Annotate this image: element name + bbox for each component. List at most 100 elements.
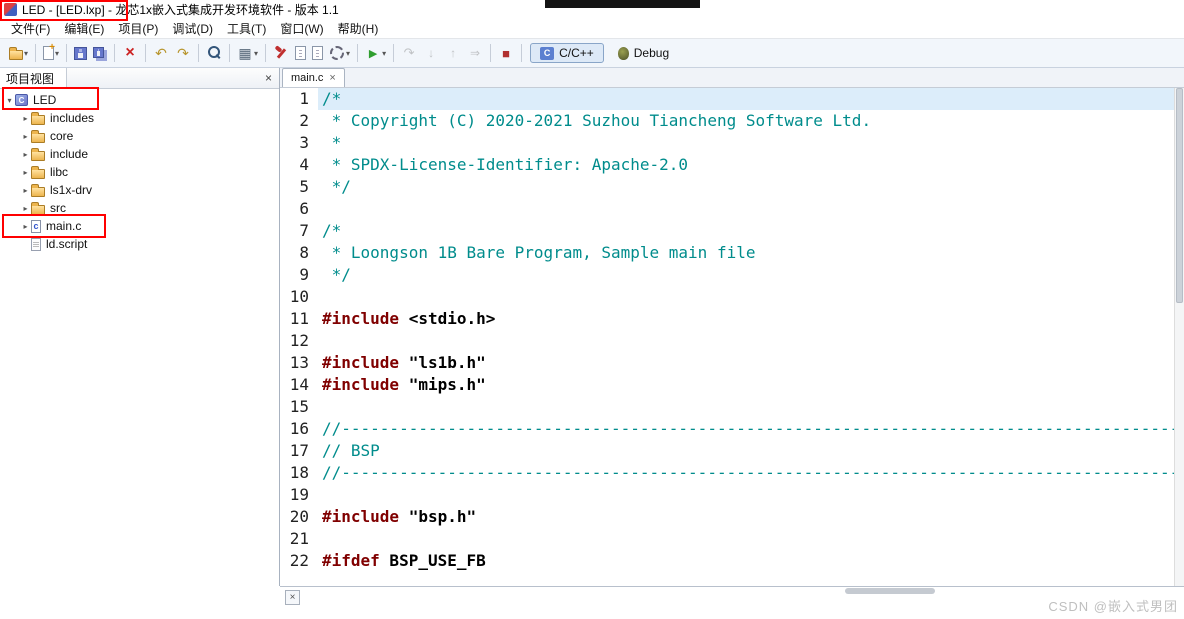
toolbar-separator bbox=[229, 44, 231, 62]
code-token: * SPDX-License-Identifier: Apache-2.0 bbox=[322, 155, 689, 174]
menu-item-文件(F)[interactable]: 文件(F) bbox=[4, 18, 57, 39]
code-token: BSP_USE_FB bbox=[379, 551, 486, 570]
expand-arrow-icon[interactable] bbox=[20, 150, 31, 159]
expand-arrow-icon[interactable] bbox=[20, 222, 31, 231]
step-return-button[interactable] bbox=[442, 42, 464, 64]
menu-item-编辑(E)[interactable]: 编辑(E) bbox=[57, 18, 111, 39]
expand-arrow-icon[interactable] bbox=[20, 168, 31, 177]
step-instruction-button[interactable] bbox=[464, 42, 486, 64]
redo-button[interactable] bbox=[172, 42, 194, 64]
step-over-button[interactable] bbox=[398, 42, 420, 64]
line-number: 21 bbox=[289, 529, 309, 548]
code-token: * Copyright (C) 2020-2021 Suzhou Tianche… bbox=[322, 111, 872, 130]
flash-tool-button[interactable] bbox=[270, 42, 292, 64]
stop-button[interactable] bbox=[495, 42, 517, 64]
run-icon bbox=[365, 45, 381, 61]
tree-item-LED[interactable]: LED bbox=[0, 91, 279, 109]
new-header-file-button[interactable] bbox=[309, 42, 326, 64]
expand-arrow-icon[interactable] bbox=[20, 114, 31, 123]
code-token: #include bbox=[322, 353, 400, 372]
tree-item-libc[interactable]: libc bbox=[0, 163, 279, 181]
new-source-file-button[interactable] bbox=[292, 42, 309, 64]
vertical-scrollbar[interactable] bbox=[1174, 88, 1184, 586]
view-menu-button[interactable]: ▾ bbox=[234, 42, 261, 64]
code-text: #include "ls1b.h" bbox=[318, 352, 1174, 374]
line-number: 18 bbox=[289, 463, 309, 482]
project-view-panel: 项目视图 × LED includes core include libc ls1x-dr… bbox=[0, 68, 280, 586]
dropdown-arrow-icon[interactable]: ▾ bbox=[55, 49, 59, 58]
folder-icon bbox=[9, 46, 23, 60]
line-number: 10 bbox=[289, 287, 309, 306]
toolbar-separator bbox=[145, 44, 147, 62]
save-all-button[interactable] bbox=[90, 42, 110, 64]
menu-item-工具(T)[interactable]: 工具(T) bbox=[220, 18, 273, 39]
editor-tab-bar: main.c × bbox=[280, 68, 1184, 88]
code-token: #include bbox=[322, 309, 400, 328]
tree-item-includes[interactable]: includes bbox=[0, 109, 279, 127]
code-line-13: 13 #include "ls1b.h" bbox=[280, 352, 1174, 374]
perspective-cpp[interactable]: C/C++ bbox=[530, 43, 604, 63]
dropdown-arrow-icon[interactable]: ▾ bbox=[254, 49, 258, 58]
undo-button[interactable] bbox=[150, 42, 172, 64]
code-text: * Loongson 1B Bare Program, Sample main … bbox=[318, 242, 1174, 264]
line-number: 8 bbox=[299, 243, 309, 262]
horizontal-scrollbar-thumb[interactable] bbox=[845, 588, 935, 594]
expand-arrow-icon[interactable] bbox=[20, 132, 31, 141]
menu-item-调试(D)[interactable]: 调试(D) bbox=[165, 18, 220, 39]
line-number: 17 bbox=[289, 441, 309, 460]
toolbar-group bbox=[71, 42, 110, 64]
tree-item-ld.script[interactable]: ld.script bbox=[0, 235, 279, 253]
code-line-5: 5 */ bbox=[280, 176, 1174, 198]
tool-icon bbox=[273, 45, 289, 61]
perspective-label: Debug bbox=[633, 46, 670, 60]
gear-icon bbox=[329, 45, 345, 61]
vertical-scrollbar-thumb[interactable] bbox=[1176, 88, 1183, 303]
dropdown-arrow-icon[interactable]: ▾ bbox=[24, 49, 28, 58]
code-token: */ bbox=[322, 265, 351, 284]
tree-item-include[interactable]: include bbox=[0, 145, 279, 163]
code-token: * Loongson 1B Bare Program, Sample main … bbox=[322, 243, 756, 262]
bottom-close-icon[interactable]: × bbox=[285, 590, 300, 605]
step-into-button[interactable] bbox=[420, 42, 442, 64]
code-line-10: 10 bbox=[280, 286, 1174, 308]
line-number: 7 bbox=[299, 221, 309, 240]
code-area[interactable]: 1 /* 2 * Copyright (C) 2020-2021 Suzhou Ti… bbox=[280, 88, 1174, 586]
menu-item-窗口(W)[interactable]: 窗口(W) bbox=[273, 18, 330, 39]
expand-arrow-icon[interactable] bbox=[20, 186, 31, 195]
perspective-debug[interactable]: Debug bbox=[608, 43, 679, 63]
run-button[interactable]: ▾ bbox=[362, 42, 389, 64]
tab-main-c[interactable]: main.c × bbox=[282, 68, 345, 87]
dropdown-arrow-icon[interactable]: ▾ bbox=[382, 49, 386, 58]
tree-item-src[interactable]: src bbox=[0, 199, 279, 217]
tree-item-ls1x-drv[interactable]: ls1x-drv bbox=[0, 181, 279, 199]
toolbar-group: ▾ bbox=[362, 42, 389, 64]
toolbar-separator bbox=[35, 44, 37, 62]
search-button[interactable] bbox=[203, 42, 225, 64]
tree-item-label: libc bbox=[50, 165, 69, 179]
menu-item-帮助(H)[interactable]: 帮助(H) bbox=[331, 18, 386, 39]
menu-item-项目(P)[interactable]: 项目(P) bbox=[111, 18, 165, 39]
tree-item-core[interactable]: core bbox=[0, 127, 279, 145]
panel-close-icon[interactable]: × bbox=[258, 71, 279, 85]
settings-button[interactable]: ▾ bbox=[326, 42, 353, 64]
code-line-9: 9 */ bbox=[280, 264, 1174, 286]
tab-close-icon[interactable]: × bbox=[329, 72, 335, 84]
stop-icon bbox=[498, 45, 514, 61]
code-line-21: 21 bbox=[280, 528, 1174, 550]
expand-arrow-icon[interactable] bbox=[4, 96, 15, 105]
code-token: //--------------------------------------… bbox=[322, 463, 1174, 482]
delete-icon bbox=[122, 45, 138, 61]
expand-arrow-icon[interactable] bbox=[20, 204, 31, 213]
new-button[interactable]: ▾ bbox=[40, 42, 62, 64]
open-project-button[interactable]: ▾ bbox=[6, 42, 31, 64]
save-button[interactable] bbox=[71, 42, 90, 64]
delete-button[interactable] bbox=[119, 42, 141, 64]
redo-icon bbox=[175, 45, 191, 61]
dropdown-arrow-icon[interactable]: ▾ bbox=[346, 49, 350, 58]
line-number: 12 bbox=[289, 331, 309, 350]
tree-item-main.c[interactable]: main.c bbox=[0, 217, 279, 235]
project-view-header: 项目视图 × bbox=[0, 68, 279, 89]
